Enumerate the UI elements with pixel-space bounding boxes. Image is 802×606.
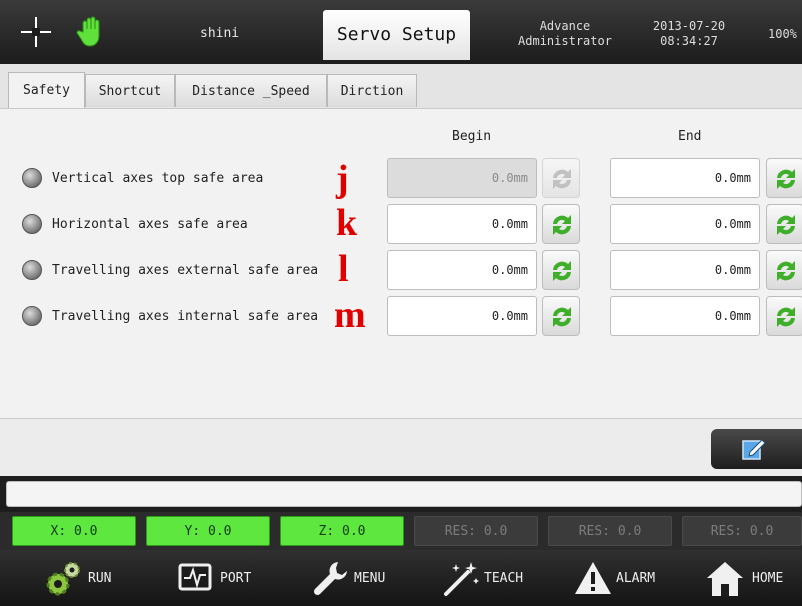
coord-y: Y: 0.0 xyxy=(146,516,270,546)
nav-teach-label: TEACH xyxy=(484,571,524,586)
coord-x: X: 0.0 xyxy=(12,516,136,546)
refresh-icon xyxy=(553,169,571,189)
nav-home-button[interactable]: HOME xyxy=(704,550,802,606)
coord-res-2: RES: 0.0 xyxy=(548,516,672,546)
nav-menu-button[interactable]: MENU xyxy=(310,550,410,606)
refresh-icon xyxy=(777,307,795,327)
coord-z: Z: 0.0 xyxy=(280,516,404,546)
row-1-begin-field: 0.0mm xyxy=(387,158,537,198)
row-4-end-refresh-button[interactable] xyxy=(766,296,802,336)
nav-menu-label: MENU xyxy=(354,571,386,586)
tab-direction[interactable]: Dirction xyxy=(327,74,417,107)
gears-icon xyxy=(46,562,80,596)
user-level-line2: Administrator xyxy=(518,34,612,48)
refresh-icon xyxy=(553,215,571,235)
crosshair-icon[interactable] xyxy=(18,14,54,50)
row-2-begin-field[interactable]: 0.0mm xyxy=(387,204,537,244)
refresh-icon xyxy=(777,169,795,189)
nav-alarm-label: ALARM xyxy=(616,571,656,586)
nav-home-label: HOME xyxy=(752,571,784,586)
row-4-label: Travelling axes internal safe area xyxy=(52,309,319,324)
warning-icon xyxy=(575,562,611,594)
row-1-begin-refresh-button xyxy=(542,158,580,198)
row-2-end-refresh-button[interactable] xyxy=(766,204,802,244)
time-text: 08:34:27 xyxy=(660,34,718,48)
user-name: shini xyxy=(200,26,240,41)
row-3-label: Travelling axes external safe area xyxy=(52,263,319,278)
row-2-marker: k xyxy=(336,202,358,244)
row-1-marker: j xyxy=(336,158,349,200)
row-2-begin-refresh-button[interactable] xyxy=(542,204,580,244)
nav-port-button[interactable]: PORT xyxy=(176,550,276,606)
edit-button[interactable] xyxy=(711,429,802,469)
column-end: End xyxy=(678,129,702,144)
row-1-end-refresh-button[interactable] xyxy=(766,158,802,198)
nav-run-button[interactable]: RUN xyxy=(42,550,142,606)
datetime: 2013-07-20 08:34:27 xyxy=(651,19,727,49)
row-2-radio[interactable] xyxy=(22,214,42,234)
wrench-icon xyxy=(313,562,347,596)
home-icon xyxy=(707,562,743,596)
page-title: Servo Setup xyxy=(323,10,470,60)
row-2-end-field[interactable]: 0.0mm xyxy=(610,204,760,244)
message-field xyxy=(6,481,802,507)
row-2-label: Horizontal axes safe area xyxy=(52,217,248,232)
row-3-begin-refresh-button[interactable] xyxy=(542,250,580,290)
row-4-radio[interactable] xyxy=(22,306,42,326)
nav-port-label: PORT xyxy=(220,571,252,586)
row-4-begin-field[interactable]: 0.0mm xyxy=(387,296,537,336)
user-level[interactable]: Advance Administrator xyxy=(505,19,625,49)
row-1-end-field[interactable]: 0.0mm xyxy=(610,158,760,198)
refresh-icon xyxy=(553,307,571,327)
refresh-icon xyxy=(553,261,571,281)
tab-strip: Safety Shortcut Distance _Speed Dirction xyxy=(0,64,802,108)
edit-icon xyxy=(742,439,766,460)
speed-percent: 100% xyxy=(768,27,797,41)
monitor-icon xyxy=(178,563,212,591)
row-4-begin-refresh-button[interactable] xyxy=(542,296,580,336)
refresh-icon xyxy=(777,215,795,235)
date-text: 2013-07-20 xyxy=(652,19,726,33)
row-4-marker: m xyxy=(334,294,366,336)
row-4-end-field[interactable]: 0.0mm xyxy=(610,296,760,336)
column-begin: Begin xyxy=(452,129,492,144)
magic-wand-icon xyxy=(444,562,479,596)
row-3-end-field[interactable]: 0.0mm xyxy=(610,250,760,290)
row-3-radio[interactable] xyxy=(22,260,42,280)
row-1-label: Vertical axes top safe area xyxy=(52,171,264,186)
nav-alarm-button[interactable]: ALARM xyxy=(572,550,682,606)
row-3-begin-field[interactable]: 0.0mm xyxy=(387,250,537,290)
coord-res-3: RES: 0.0 xyxy=(682,516,802,546)
top-bar: shini Servo Setup Advance Administrator … xyxy=(0,0,802,64)
nav-run-label: RUN xyxy=(88,571,112,586)
user-level-line1: Advance xyxy=(539,19,591,33)
nav-teach-button[interactable]: TEACH xyxy=(440,550,550,606)
coord-res-1: RES: 0.0 xyxy=(414,516,538,546)
row-1-radio[interactable] xyxy=(22,168,42,188)
refresh-icon xyxy=(777,261,795,281)
tab-safety[interactable]: Safety xyxy=(8,72,85,108)
tab-distance-speed[interactable]: Distance _Speed xyxy=(175,74,327,107)
tab-shortcut[interactable]: Shortcut xyxy=(85,74,175,107)
hand-icon[interactable] xyxy=(74,14,110,50)
action-zone xyxy=(0,419,802,476)
row-3-marker: l xyxy=(338,248,349,290)
row-3-end-refresh-button[interactable] xyxy=(766,250,802,290)
